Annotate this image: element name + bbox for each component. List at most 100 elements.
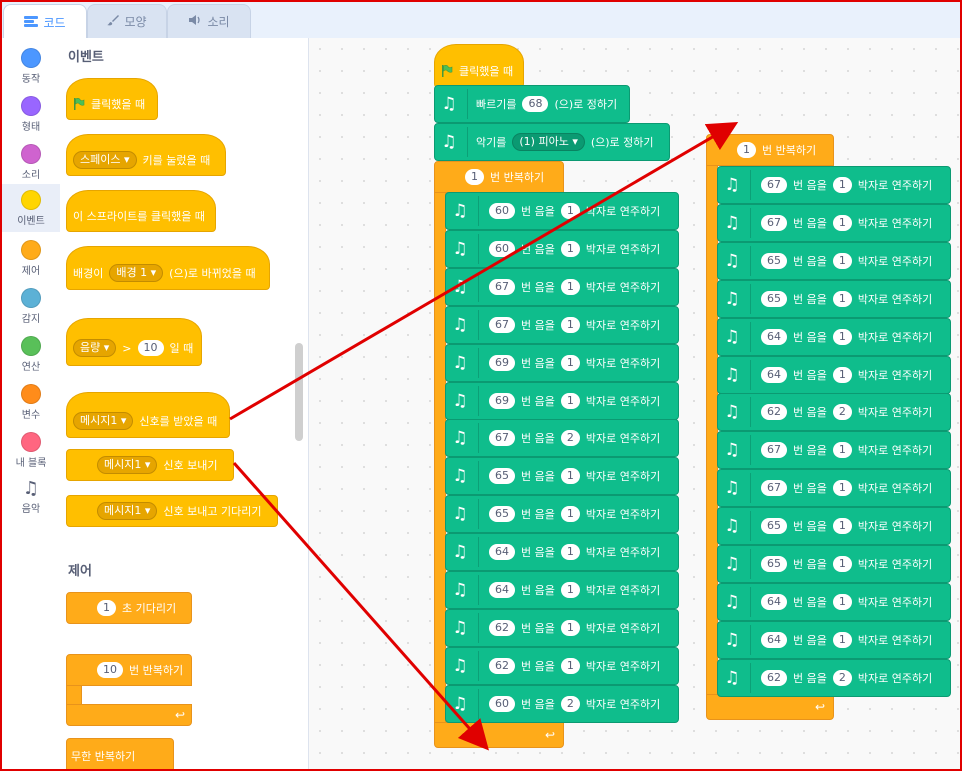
play-note-block[interactable]: ♫ 64 번 음을 1 박자로 연주하기 <box>445 533 679 572</box>
note-value-input[interactable]: 62 <box>489 619 515 636</box>
beats-value-input[interactable]: 2 <box>560 430 580 447</box>
play-note-block[interactable]: ♫ 62 번 음을 1 박자로 연주하기 <box>445 608 679 647</box>
note-value-input[interactable]: 64 <box>761 328 787 345</box>
note-value-input[interactable]: 67 <box>489 430 515 447</box>
note-value-input[interactable]: 62 <box>489 657 515 674</box>
beats-value-input[interactable]: 1 <box>832 177 852 193</box>
beats-value-input[interactable]: 1 <box>560 354 580 371</box>
play-note-block[interactable]: ♫ 64 번 음을 1 박자로 연주하기 <box>717 317 951 356</box>
play-note-block[interactable]: ♫ 67 번 음을 2 박자로 연주하기 <box>445 419 679 458</box>
tab-sounds[interactable]: 소리 <box>167 4 251 38</box>
script2-repeat-block[interactable]: 1 번 반복하기 <box>706 134 834 166</box>
note-value-input[interactable]: 69 <box>489 392 515 409</box>
play-note-block[interactable]: ♫ 67 번 음을 1 박자로 연주하기 <box>445 267 679 306</box>
beats-value-input[interactable]: 1 <box>560 619 580 636</box>
palette-scrollbar[interactable] <box>295 343 303 441</box>
note-value-input[interactable]: 67 <box>489 316 515 333</box>
play-note-block[interactable]: ♫ 64 번 음을 1 박자로 연주하기 <box>717 582 951 621</box>
category-sensing[interactable]: 감지 <box>2 282 60 330</box>
beats-value-input[interactable]: 1 <box>832 214 852 231</box>
beats-value-input[interactable]: 1 <box>560 657 580 674</box>
script1-repeat-value-input[interactable]: 1 <box>465 169 484 185</box>
script1-set-instrument-block[interactable]: ♫ 악기를 (1) 피아노 ▾ (으)로 정하기 <box>434 123 670 161</box>
category-events[interactable]: 이벤트 <box>2 184 60 232</box>
when-sprite-clicked-block[interactable]: 이 스프라이트를 클릭했을 때 <box>66 190 216 232</box>
beats-value-input[interactable]: 1 <box>560 544 580 561</box>
note-value-input[interactable]: 62 <box>761 669 787 686</box>
category-sound[interactable]: 소리 <box>2 138 60 186</box>
play-note-block[interactable]: ♫ 60 번 음을 1 박자로 연주하기 <box>445 229 679 268</box>
tempo-value-input[interactable]: 68 <box>522 96 549 112</box>
beats-value-input[interactable]: 2 <box>832 404 852 421</box>
note-value-input[interactable]: 64 <box>761 366 787 383</box>
play-note-block[interactable]: ♫ 65 번 음을 1 박자로 연주하기 <box>445 457 679 496</box>
instrument-dropdown[interactable]: (1) 피아노 ▾ <box>512 133 585 151</box>
when-backdrop-switches-block[interactable]: 배경이 배경 1 ▾ (으)로 바뀌었을 때 <box>66 246 270 290</box>
beats-value-input[interactable]: 1 <box>832 518 852 535</box>
when-loudness-block[interactable]: 음량 ▾ > 10 일 때 <box>66 318 202 366</box>
note-value-input[interactable]: 65 <box>761 290 787 307</box>
tab-code[interactable]: 코드 <box>3 4 87 40</box>
play-note-block[interactable]: ♫ 67 번 음을 1 박자로 연주하기 <box>717 203 951 242</box>
play-note-block[interactable]: ♫ 62 번 음을 2 박자로 연주하기 <box>717 658 951 697</box>
note-value-input[interactable]: 64 <box>489 544 515 561</box>
category-control[interactable]: 제어 <box>2 234 60 282</box>
play-note-block[interactable]: ♫ 65 번 음을 1 박자로 연주하기 <box>717 507 951 546</box>
loudness-dropdown[interactable]: 음량 ▾ <box>73 339 117 357</box>
repeat-block[interactable]: 10 번 반복하기 <box>66 654 192 686</box>
note-value-input[interactable]: 69 <box>489 354 515 371</box>
play-note-block[interactable]: ♫ 69 번 음을 1 박자로 연주하기 <box>445 343 679 382</box>
play-note-block[interactable]: ♫ 65 번 음을 1 박자로 연주하기 <box>717 279 951 318</box>
receive-dropdown[interactable]: 메시지1 ▾ <box>73 412 134 430</box>
play-note-block[interactable]: ♫ 64 번 음을 1 박자로 연주하기 <box>717 355 951 394</box>
note-value-input[interactable]: 67 <box>761 214 787 231</box>
beats-value-input[interactable]: 1 <box>832 480 852 497</box>
play-note-block[interactable]: ♫ 65 번 음을 1 박자로 연주하기 <box>717 545 951 583</box>
broadcast-block[interactable]: 메시지1 ▾ 신호 보내기 <box>66 449 234 481</box>
play-note-block[interactable]: ♫ 62 번 음을 2 박자로 연주하기 <box>717 393 951 432</box>
note-value-input[interactable]: 65 <box>761 252 787 269</box>
when-receive-block[interactable]: 메시지1 ▾ 신호를 받았을 때 <box>66 392 230 438</box>
beats-value-input[interactable]: 1 <box>832 442 852 459</box>
note-value-input[interactable]: 67 <box>761 177 787 193</box>
play-note-block[interactable]: ♫ 69 번 음을 1 박자로 연주하기 <box>445 381 679 420</box>
wait-value-input[interactable]: 1 <box>97 600 116 616</box>
play-note-block[interactable]: ♫ 60 번 음을 2 박자로 연주하기 <box>445 684 679 723</box>
broadcast-wait-dropdown[interactable]: 메시지1 ▾ <box>97 502 158 520</box>
beats-value-input[interactable]: 1 <box>832 290 852 307</box>
category-variables[interactable]: 변수 <box>2 378 60 426</box>
note-value-input[interactable]: 67 <box>761 480 787 497</box>
category-operators[interactable]: 연산 <box>2 330 60 378</box>
script2-repeat-value-input[interactable]: 1 <box>737 142 756 158</box>
note-value-input[interactable]: 64 <box>489 582 515 598</box>
script1-set-tempo-block[interactable]: ♫ 빠르기를 68 (으)로 정하기 <box>434 85 630 123</box>
tab-costumes[interactable]: 모양 <box>87 4 167 38</box>
category-music[interactable]: ♫ 음악 <box>2 474 60 522</box>
category-motion[interactable]: 동작 <box>2 42 60 90</box>
key-dropdown[interactable]: 스페이스 ▾ <box>73 151 137 169</box>
script1-when-flag-block[interactable]: 클릭했을 때 <box>434 44 524 88</box>
when-flag-clicked-block[interactable]: 클릭했을 때 <box>66 78 158 120</box>
category-looks[interactable]: 형태 <box>2 90 60 138</box>
note-value-input[interactable]: 62 <box>761 404 787 421</box>
broadcast-and-wait-block[interactable]: 메시지1 ▾ 신호 보내고 기다리기 <box>66 495 278 527</box>
note-value-input[interactable]: 65 <box>489 506 515 523</box>
play-note-block[interactable]: ♫ 67 번 음을 1 박자로 연주하기 <box>717 469 951 508</box>
play-note-block[interactable]: ♫ 65 번 음을 1 박자로 연주하기 <box>717 241 951 280</box>
backdrop-dropdown[interactable]: 배경 1 ▾ <box>109 264 164 282</box>
play-note-block[interactable]: ♫ 65 번 음을 1 박자로 연주하기 <box>445 495 679 534</box>
beats-value-input[interactable]: 1 <box>560 278 580 295</box>
note-value-input[interactable]: 65 <box>489 468 515 485</box>
note-value-input[interactable]: 60 <box>489 240 515 257</box>
beats-value-input[interactable]: 2 <box>560 695 580 712</box>
beats-value-input[interactable]: 1 <box>832 593 852 610</box>
beats-value-input[interactable]: 1 <box>560 582 580 598</box>
beats-value-input[interactable]: 1 <box>832 366 852 383</box>
play-note-block[interactable]: ♫ 67 번 음을 1 박자로 연주하기 <box>717 431 951 470</box>
beats-value-input[interactable]: 1 <box>832 252 852 269</box>
script1-repeat-block[interactable]: 1 번 반복하기 <box>434 161 564 193</box>
wait-block[interactable]: 1 초 기다리기 <box>66 592 192 624</box>
note-value-input[interactable]: 67 <box>761 442 787 459</box>
beats-value-input[interactable]: 1 <box>832 631 852 648</box>
beats-value-input[interactable]: 1 <box>832 328 852 345</box>
